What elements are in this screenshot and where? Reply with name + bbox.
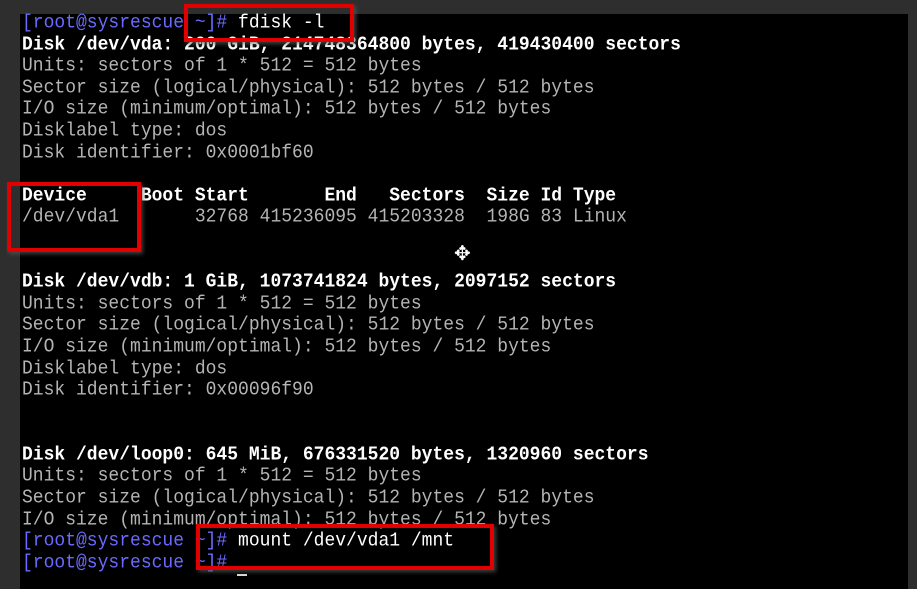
vda-label: Disklabel type: dos (22, 120, 228, 142)
vda-identifier: Disk identifier: 0x0001bf60 (22, 141, 314, 164)
vda-units: Units: sectors of 1 * 512 = 512 bytes (22, 55, 422, 77)
highlight-box-mount (196, 524, 494, 570)
vda-io-size: I/O size (minimum/optimal): 512 bytes / … (22, 98, 552, 121)
move-cursor-icon: ✥ (454, 241, 471, 265)
loop0-sector-size: Sector size (logical/physical): 512 byte… (22, 487, 595, 509)
loop0-units: Units: sectors of 1 * 512 = 512 bytes (22, 465, 422, 488)
vdb-sector-size: Sector size (logical/physical): 512 byte… (22, 314, 595, 337)
vdb-units: Units: sectors of 1 * 512 = 512 bytes (22, 292, 422, 315)
vda-sector-size: Sector size (logical/physical): 512 byte… (22, 76, 595, 99)
vdb-label: Disklabel type: dos (22, 357, 228, 380)
highlight-box-device (7, 182, 141, 252)
highlight-box-fdisk (184, 4, 354, 42)
text-cursor (237, 574, 247, 576)
vdb-identifier: Disk identifier: 0x00096f90 (22, 379, 314, 401)
terminal-output: [root@sysrescue ~]# fdisk -l Disk /dev/v… (22, 12, 681, 574)
loop0-header: Disk /dev/loop0: 645 MiB, 676331520 byte… (22, 444, 649, 466)
vdb-header: Disk /dev/vdb: 1 GiB, 1073741824 bytes, … (22, 271, 617, 293)
vdb-io-size: I/O size (minimum/optimal): 512 bytes / … (22, 336, 552, 358)
